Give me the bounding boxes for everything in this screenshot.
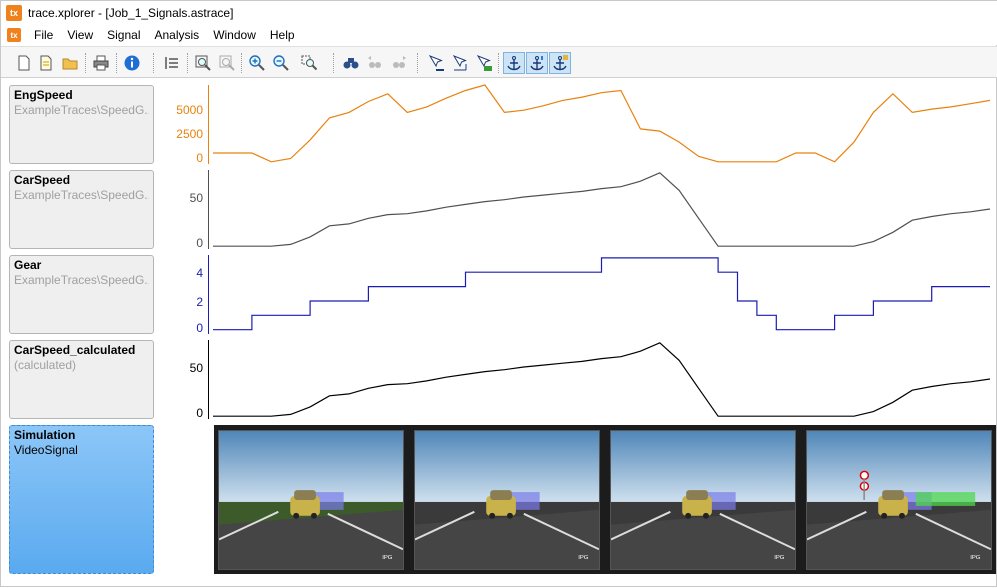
new-note-icon[interactable] [35, 52, 57, 74]
new-icon[interactable] [13, 52, 35, 74]
menu-window[interactable]: Window [206, 28, 263, 42]
app-logo-icon: tx [6, 5, 22, 21]
signal-source: (calculated) [14, 358, 77, 372]
find-icon[interactable] [340, 52, 362, 74]
engspeed-y-axis: 5000 2500 0 [161, 85, 209, 165]
signal-source: ExampleTraces\SpeedG... [14, 103, 149, 117]
signal-label-carspeed-calculated[interactable]: CarSpeed_calculated (calculated) [9, 340, 154, 419]
signal-name: Gear [14, 258, 42, 272]
tick-label: 4 [196, 266, 203, 280]
zoom-out-icon[interactable] [270, 52, 292, 74]
tick-label: 0 [196, 236, 203, 250]
signal-name: CarSpeed [14, 173, 71, 187]
zoom-fit-disabled-icon[interactable] [216, 52, 238, 74]
menu-bar: tx File View Signal Analysis Window Help [1, 25, 997, 45]
svg-text:IPG: IPG [382, 555, 393, 561]
cursor-data-icon[interactable] [473, 52, 495, 74]
signal-name: CarSpeed_calculated [14, 343, 136, 357]
zoom-select-icon[interactable] [298, 52, 320, 74]
title-bar: tx trace.xplorer - [Job_1_Signals.astrac… [1, 1, 997, 25]
signal-label-engspeed[interactable]: EngSpeed ExampleTraces\SpeedG... [9, 85, 154, 164]
find-prev-icon[interactable] [364, 52, 386, 74]
trace-line-engspeed [213, 84, 991, 163]
trace-view: EngSpeed ExampleTraces\SpeedG... CarSpee… [1, 79, 997, 588]
menu-help[interactable]: Help [263, 28, 302, 42]
cursor-range-icon[interactable] [449, 52, 471, 74]
zoom-fit-icon[interactable] [192, 52, 214, 74]
menu-view[interactable]: View [60, 28, 100, 42]
video-frame: IPG [610, 430, 796, 570]
anchor-left-icon[interactable] [526, 52, 548, 74]
carspeed-y-axis: 50 0 [161, 170, 209, 250]
signal-label-gear[interactable]: Gear ExampleTraces\SpeedG... [9, 255, 154, 334]
menu-analysis[interactable]: Analysis [148, 28, 207, 42]
gear-y-axis: 4 2 0 [161, 255, 209, 335]
tick-label: 5000 [176, 103, 203, 117]
trace-line-carspeed [213, 172, 991, 247]
tick-label: 50 [189, 191, 203, 205]
tick-label: 0 [196, 151, 203, 165]
print-icon[interactable] [90, 52, 112, 74]
video-signal-strip[interactable]: IPG IPG IPG IPG [214, 425, 996, 574]
signal-plots[interactable] [209, 79, 994, 419]
info-icon[interactable] [121, 52, 143, 74]
svg-text:IPG: IPG [970, 555, 981, 561]
tick-label: 2 [196, 295, 203, 309]
tick-label: 0 [196, 406, 203, 420]
cursor-icon[interactable] [425, 52, 447, 74]
menu-file[interactable]: File [27, 28, 60, 42]
anchor-icon[interactable] [503, 52, 525, 74]
zoom-in-icon[interactable] [246, 52, 268, 74]
document-icon[interactable]: tx [7, 28, 21, 42]
video-frame: IPG [414, 430, 600, 570]
carspeed-calculated-y-axis: 50 0 [161, 340, 209, 420]
tick-label: 2500 [176, 127, 203, 141]
anchor-lock-icon[interactable] [549, 52, 571, 74]
window-title: trace.xplorer - [Job_1_Signals.astrace] [28, 6, 234, 20]
layout-icon[interactable] [161, 52, 183, 74]
signal-label-carspeed[interactable]: CarSpeed ExampleTraces\SpeedG... [9, 170, 154, 249]
tick-label: 0 [196, 321, 203, 335]
video-frame: IPG [806, 430, 992, 570]
toolbar [1, 46, 997, 78]
signal-source: VideoSignal [14, 443, 78, 457]
video-frame: IPG [218, 430, 404, 570]
tick-label: 50 [189, 361, 203, 375]
open-folder-icon[interactable] [59, 52, 81, 74]
svg-text:IPG: IPG [578, 555, 589, 561]
signal-source: ExampleTraces\SpeedG... [14, 188, 149, 202]
signal-label-simulation[interactable]: Simulation VideoSignal [9, 425, 154, 574]
app-window: tx trace.xplorer - [Job_1_Signals.astrac… [0, 0, 997, 587]
svg-text:IPG: IPG [774, 555, 785, 561]
menu-signal[interactable]: Signal [100, 28, 147, 42]
find-next-icon[interactable] [388, 52, 410, 74]
signal-source: ExampleTraces\SpeedG... [14, 273, 149, 287]
signal-name: EngSpeed [14, 88, 73, 102]
signal-name: Simulation [14, 428, 76, 442]
trace-line-gear [213, 257, 990, 331]
trace-line-carspeed-calculated [213, 342, 991, 417]
